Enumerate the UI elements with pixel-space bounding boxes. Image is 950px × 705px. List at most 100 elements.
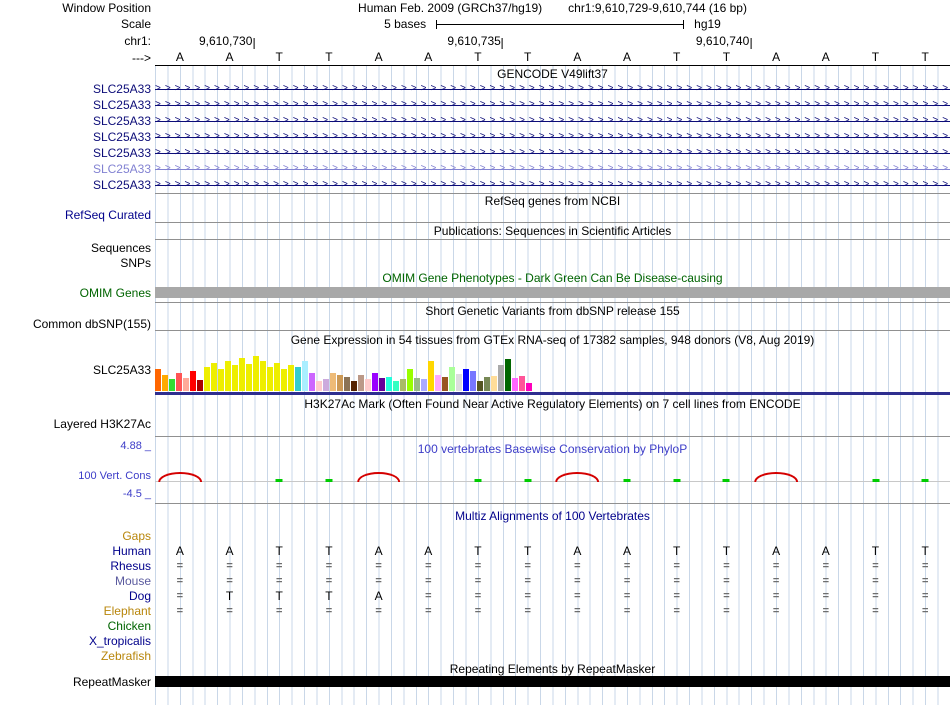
gtex-tissue-bar bbox=[295, 367, 301, 391]
alignment-cell: = bbox=[403, 590, 453, 602]
h3k27ac-track-area[interactable] bbox=[155, 412, 950, 436]
omim-track-label[interactable]: OMIM Genes bbox=[0, 286, 155, 299]
alignment-cell: T bbox=[652, 544, 702, 558]
gtex-tissue-bar bbox=[232, 365, 238, 391]
gencode-transcript-label[interactable]: SLC25A33 bbox=[0, 129, 155, 145]
base-position-ruler[interactable]: 9,610,7309,610,7359,610,740 bbox=[155, 32, 950, 49]
dna-sequence-track: AATTAATTAATTAATT bbox=[155, 49, 950, 66]
alignment-cell: = bbox=[900, 575, 950, 587]
gtex-tissue-bar bbox=[330, 373, 336, 391]
conservation-baseline bbox=[155, 481, 950, 482]
multiz-species-row: X_tropicalis bbox=[0, 633, 950, 648]
gencode-transcript-line[interactable]: >>>>>>>>>>>>>>>>>>>>>>>>>>>>>>>>>>>>>>>>… bbox=[155, 129, 950, 145]
window-position-label: Window Position bbox=[0, 0, 155, 16]
alignment-cell: = bbox=[304, 575, 354, 587]
publications-snps-label[interactable]: SNPs bbox=[0, 256, 155, 270]
publications-title-row: Publications: Sequences in Scientific Ar… bbox=[0, 223, 950, 239]
gencode-transcript-label[interactable]: SLC25A33 bbox=[0, 145, 155, 161]
repeatmasker-element-bar[interactable] bbox=[155, 676, 950, 687]
gtex-tissue-bar bbox=[456, 374, 462, 391]
multiz-alignment-area[interactable] bbox=[155, 648, 950, 663]
conservation-plot-area[interactable]: 100 vertebrates Basewise Conservation by… bbox=[155, 437, 950, 503]
gtex-tissue-bar bbox=[260, 361, 266, 391]
gencode-transcript-line[interactable]: >>>>>>>>>>>>>>>>>>>>>>>>>>>>>>>>>>>>>>>>… bbox=[155, 177, 950, 193]
h3k27ac-track-label[interactable]: Layered H3K27Ac bbox=[0, 412, 155, 436]
alignment-cell: = bbox=[900, 590, 950, 602]
dbsnp-track-label[interactable]: Common dbSNP(155) bbox=[0, 318, 155, 330]
publications-sequences-label[interactable]: Sequences bbox=[0, 240, 155, 256]
repeatmasker-track-label[interactable]: RepeatMasker bbox=[0, 675, 155, 688]
multiz-title: Multiz Alignments of 100 Vertebrates bbox=[455, 509, 650, 523]
alignment-cell: A bbox=[751, 544, 801, 558]
multiz-alignment-area[interactable]: AATTAATTAATTAATT bbox=[155, 543, 950, 558]
gencode-transcript-label[interactable]: SLC25A33 bbox=[0, 113, 155, 129]
multiz-species-label[interactable]: Human bbox=[0, 543, 155, 558]
multiz-species-label[interactable]: Gaps bbox=[0, 528, 155, 543]
conservation-max-value: 4.88 _ bbox=[0, 440, 151, 452]
scale-label: Scale bbox=[0, 16, 155, 32]
multiz-species-row: Gaps bbox=[0, 528, 950, 543]
alignment-cell: = bbox=[254, 560, 304, 572]
repeatmasker-track-row: RepeatMasker bbox=[0, 675, 950, 688]
dbsnp-title-row: Short Genetic Variants from dbSNP releas… bbox=[0, 303, 950, 318]
multiz-alignment-area[interactable] bbox=[155, 528, 950, 543]
dbsnp-track-area[interactable] bbox=[155, 318, 950, 330]
conservation-track[interactable]: 4.88 _ 100 Vert. Cons -4.5 _ 100 vertebr… bbox=[0, 437, 950, 503]
gtex-tissue-bar bbox=[239, 358, 245, 391]
sequence-base: T bbox=[702, 50, 752, 64]
multiz-alignment-area[interactable] bbox=[155, 633, 950, 648]
gtex-tissue-bar bbox=[512, 378, 518, 391]
multiz-alignment-area[interactable] bbox=[155, 618, 950, 633]
multiz-species-label[interactable]: Zebrafish bbox=[0, 648, 155, 663]
alignment-cell: A bbox=[403, 544, 453, 558]
gtex-track-label[interactable]: SLC25A33 bbox=[0, 348, 155, 392]
conservation-track-label[interactable]: 100 Vert. Cons bbox=[0, 470, 151, 482]
gencode-transcript-line[interactable]: >>>>>>>>>>>>>>>>>>>>>>>>>>>>>>>>>>>>>>>>… bbox=[155, 113, 950, 129]
conservation-positive-mark bbox=[673, 479, 680, 482]
gtex-title-row: Gene Expression in 54 tissues from GTEx … bbox=[0, 331, 950, 348]
multiz-species-label[interactable]: Dog bbox=[0, 588, 155, 603]
gtex-barchart[interactable] bbox=[155, 348, 950, 392]
gencode-transcript-label[interactable]: SLC25A33 bbox=[0, 97, 155, 113]
multiz-species-label[interactable]: Elephant bbox=[0, 603, 155, 618]
multiz-alignment-area[interactable]: =TTTA=========== bbox=[155, 588, 950, 603]
multiz-species-label[interactable]: Chicken bbox=[0, 618, 155, 633]
repeatmasker-track-area[interactable] bbox=[155, 675, 950, 688]
refseq-track-area[interactable] bbox=[155, 208, 950, 222]
alignment-cell: = bbox=[751, 575, 801, 587]
gencode-transcript-line[interactable]: >>>>>>>>>>>>>>>>>>>>>>>>>>>>>>>>>>>>>>>>… bbox=[155, 161, 950, 177]
multiz-species-label[interactable]: Rhesus bbox=[0, 558, 155, 573]
omim-gene-bar[interactable] bbox=[155, 287, 950, 298]
gencode-transcript-line[interactable]: >>>>>>>>>>>>>>>>>>>>>>>>>>>>>>>>>>>>>>>>… bbox=[155, 81, 950, 97]
multiz-alignment-area[interactable]: ================ bbox=[155, 558, 950, 573]
omim-track-area[interactable] bbox=[155, 286, 950, 299]
alignment-cell: A bbox=[602, 544, 652, 558]
gencode-transcript-line[interactable]: >>>>>>>>>>>>>>>>>>>>>>>>>>>>>>>>>>>>>>>>… bbox=[155, 145, 950, 161]
gencode-transcript-label[interactable]: SLC25A33 bbox=[0, 81, 155, 97]
alignment-cell: = bbox=[652, 575, 702, 587]
refseq-track-label[interactable]: RefSeq Curated bbox=[0, 208, 155, 222]
multiz-alignment-area[interactable]: ================ bbox=[155, 573, 950, 588]
gtex-tissue-bar bbox=[225, 361, 231, 391]
alignment-cell: = bbox=[205, 575, 255, 587]
position-text: chr1:9,610,729-9,610,744 (16 bp) bbox=[568, 1, 747, 15]
gtex-tissue-bar bbox=[435, 375, 441, 391]
gtex-tissue-bar bbox=[204, 367, 210, 391]
sequence-base: A bbox=[403, 50, 453, 64]
alignment-cell: = bbox=[155, 590, 205, 602]
alignment-cell: = bbox=[503, 605, 553, 617]
publications-snps-area[interactable] bbox=[155, 256, 950, 270]
publications-sequences-area[interactable] bbox=[155, 240, 950, 256]
alignment-cell: A bbox=[205, 544, 255, 558]
conservation-title: 100 vertebrates Basewise Conservation by… bbox=[155, 442, 950, 456]
multiz-alignment-area[interactable]: ================ bbox=[155, 603, 950, 618]
multiz-species-label[interactable]: Mouse bbox=[0, 573, 155, 588]
gencode-transcript-line[interactable]: >>>>>>>>>>>>>>>>>>>>>>>>>>>>>>>>>>>>>>>>… bbox=[155, 97, 950, 113]
alignment-cell: = bbox=[652, 605, 702, 617]
gencode-transcript-label[interactable]: SLC25A33 bbox=[0, 177, 155, 193]
alignment-cell: = bbox=[354, 605, 404, 617]
gtex-tissue-bar bbox=[498, 365, 504, 391]
alignment-cell: = bbox=[851, 575, 901, 587]
multiz-species-label[interactable]: X_tropicalis bbox=[0, 633, 155, 648]
gencode-transcript-label[interactable]: SLC25A33 bbox=[0, 161, 155, 177]
